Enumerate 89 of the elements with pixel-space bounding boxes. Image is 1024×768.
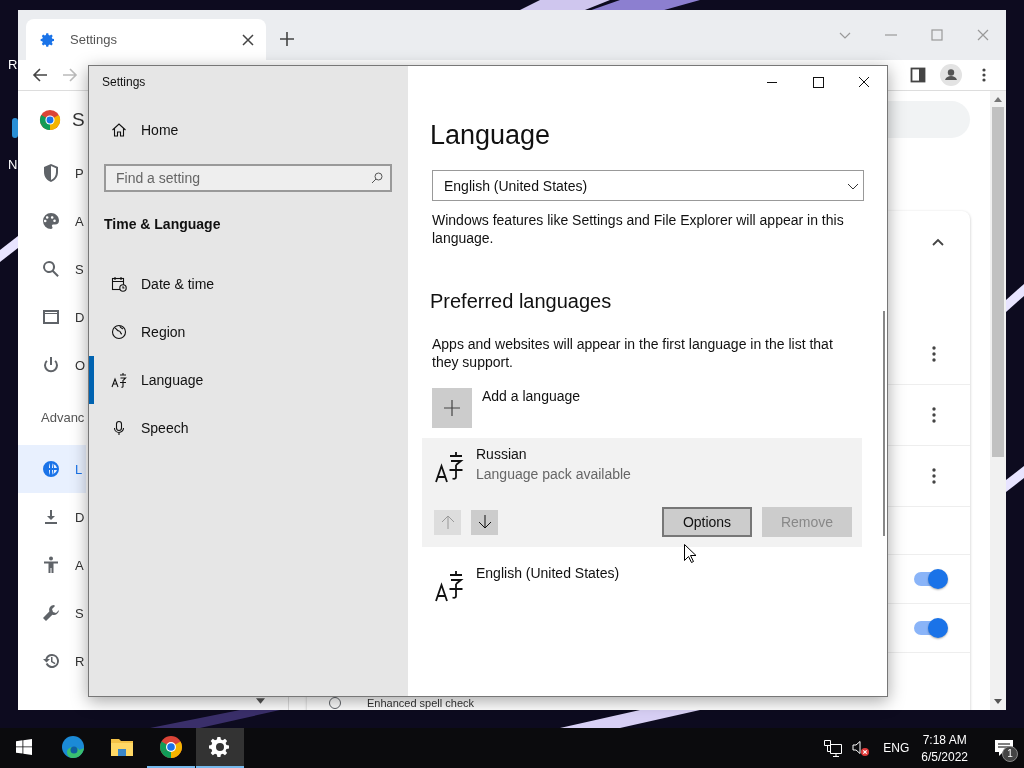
- language-list-item[interactable]: English (United States): [422, 557, 862, 612]
- options-button[interactable]: Options: [662, 507, 752, 537]
- sidebar-item[interactable]: O: [18, 341, 86, 389]
- toggle-switch[interactable]: [914, 621, 946, 635]
- shield-icon: [41, 163, 61, 183]
- notification-count: 1: [1002, 746, 1018, 762]
- calendar-icon: [111, 276, 127, 292]
- sidebar-item[interactable]: D: [18, 293, 86, 341]
- region-icon: [111, 324, 127, 340]
- desktop-app-icon[interactable]: [12, 118, 18, 138]
- cursor-icon: [684, 544, 696, 563]
- nav-item[interactable]: Date & time: [89, 260, 392, 308]
- more-icon[interactable]: [932, 468, 936, 484]
- desktop-icon-label[interactable]: N: [8, 157, 18, 172]
- chrome-logo-icon: [39, 109, 61, 131]
- gear-icon: [208, 735, 232, 759]
- more-icon[interactable]: [932, 407, 936, 423]
- side-panel-icon[interactable]: [910, 67, 926, 83]
- history-icon: [41, 651, 61, 671]
- page-heading: Language: [430, 120, 551, 151]
- sidebar-item[interactable]: S: [18, 245, 86, 293]
- sidebar-item[interactable]: A: [18, 197, 86, 245]
- profile-icon[interactable]: [940, 64, 962, 86]
- network-icon[interactable]: [823, 738, 844, 758]
- input-language[interactable]: ENG: [883, 741, 910, 755]
- language-dropdown[interactable]: English (United States): [432, 170, 864, 201]
- browser-tab[interactable]: Settings: [26, 19, 266, 60]
- home-icon: [111, 122, 127, 138]
- person-icon: [41, 555, 61, 575]
- nav-item[interactable]: Region: [89, 308, 392, 356]
- language-icon: [434, 570, 464, 602]
- wrench-icon: [41, 603, 61, 623]
- language-icon: [111, 372, 127, 388]
- section-heading: Preferred languages: [430, 290, 612, 313]
- close-icon[interactable]: [242, 33, 254, 46]
- notifications-button[interactable]: 1: [984, 728, 1024, 768]
- chrome-icon: [159, 735, 183, 759]
- home-link[interactable]: Home: [89, 106, 392, 154]
- clock[interactable]: 7:18 AM 6/5/2022: [921, 732, 968, 764]
- back-icon[interactable]: [32, 67, 48, 83]
- search-field[interactable]: Find a setting: [104, 164, 392, 192]
- palette-icon: [41, 211, 61, 231]
- scrollbar-thumb[interactable]: [992, 107, 1004, 457]
- sidebar-item[interactable]: L: [18, 445, 86, 493]
- option-label: Enhanced spell check: [367, 696, 474, 710]
- arrow-down-icon: [476, 514, 493, 530]
- scrollbar[interactable]: [883, 311, 885, 536]
- search-icon: [371, 172, 383, 184]
- toggle-switch[interactable]: [914, 572, 946, 586]
- section-heading: Time & Language: [103, 215, 222, 234]
- language-name: English (United States): [476, 565, 620, 581]
- scroll-down-icon[interactable]: [994, 699, 1002, 704]
- search-icon: [41, 259, 61, 279]
- nav-item[interactable]: Language: [89, 356, 392, 404]
- volume-muted-icon[interactable]: [851, 738, 872, 758]
- language-status: Language pack available: [476, 466, 631, 482]
- desktop-icon-label[interactable]: R: [8, 57, 18, 72]
- sidebar-item[interactable]: P: [18, 149, 86, 197]
- description-text: Windows features like Settings and File Explorer will appear in this language.: [432, 211, 845, 247]
- sidebar-item[interactable]: A: [18, 541, 86, 589]
- gear-icon: [40, 31, 56, 48]
- radio-button[interactable]: [329, 697, 341, 709]
- browser-icon: [41, 307, 61, 327]
- page-title: S: [72, 109, 85, 131]
- scrollbar[interactable]: [990, 91, 1006, 710]
- move-down-button[interactable]: [471, 509, 498, 535]
- description-text: Apps and websites will appear in the first language in the list that they support.: [432, 335, 834, 371]
- edge-icon: [61, 735, 85, 759]
- scroll-down-icon[interactable]: [256, 698, 265, 704]
- add-language-label[interactable]: Add a language: [482, 388, 581, 428]
- sidebar-item[interactable]: D: [18, 493, 86, 541]
- new-tab-icon[interactable]: [280, 32, 294, 46]
- plus-icon: [444, 400, 460, 416]
- mic-icon: [111, 420, 127, 436]
- section-heading: Advanc: [40, 408, 85, 427]
- more-icon[interactable]: [932, 346, 936, 362]
- search-field[interactable]: [888, 101, 970, 138]
- globe-icon: [41, 459, 61, 479]
- language-name: Russian: [476, 446, 528, 462]
- scroll-up-icon[interactable]: [994, 97, 1002, 102]
- nav-item[interactable]: Speech: [89, 404, 392, 452]
- taskbar-app[interactable]: [196, 728, 244, 768]
- sidebar-item[interactable]: R: [18, 637, 86, 685]
- window-title: Settings: [101, 74, 147, 91]
- windows-logo-icon: [16, 739, 32, 755]
- arrow-up-icon: [439, 514, 456, 530]
- power-icon: [41, 355, 61, 375]
- language-icon: [434, 451, 464, 483]
- sidebar-item[interactable]: S: [18, 589, 86, 637]
